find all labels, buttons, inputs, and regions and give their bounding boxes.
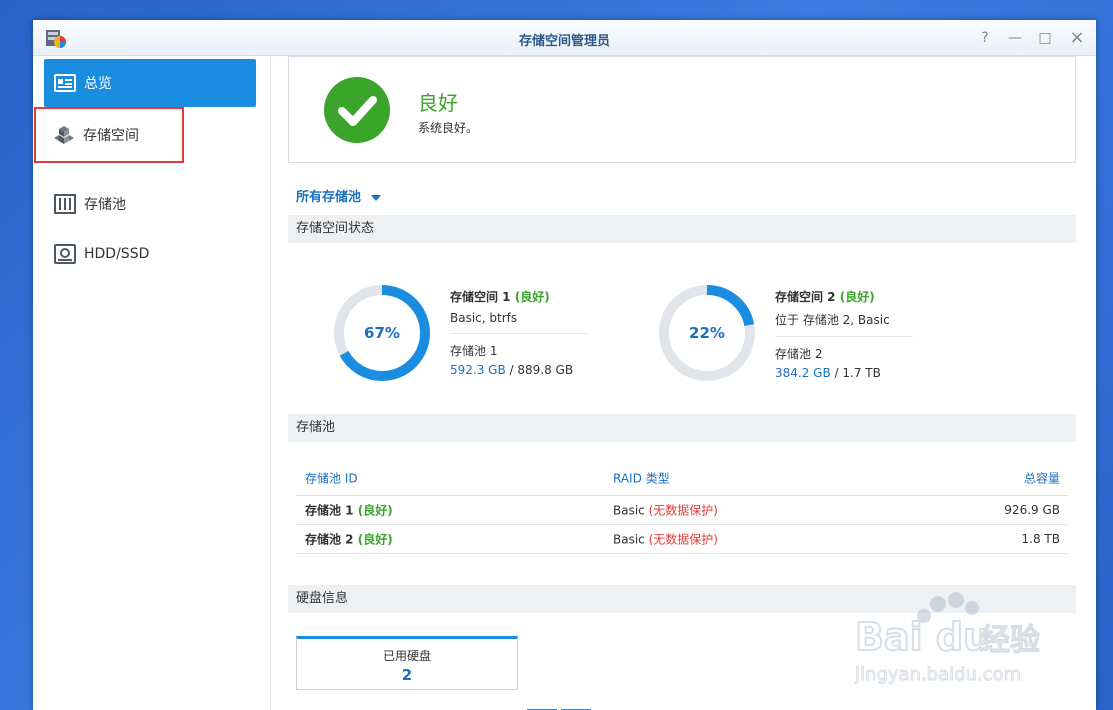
- volume-2-info: 存储空间 2 (良好) 位于 存储池 2, Basic 存储池 2 384.2 …: [775, 288, 915, 380]
- status-title: 良好: [418, 91, 458, 115]
- sidebar: 总览 存储空间 存储池 HDD/SSD: [33, 56, 271, 710]
- volume-1-pool: 存储池 1: [450, 344, 498, 358]
- storage-pool-table: 存储池 ID RAID 类型 总容量 存储池 1 (良好) Basic (无数据…: [296, 460, 1068, 554]
- volume-1-desc: Basic, btrfs: [450, 311, 518, 325]
- raid-type: Basic: [613, 532, 645, 547]
- sidebar-item-label: 总览: [84, 76, 112, 92]
- storage-pool-icon: [54, 194, 76, 214]
- caret-down-icon: [371, 194, 382, 201]
- pool-capacity: 926.9 GB: [1004, 503, 1060, 517]
- used-disks-card[interactable]: 已用硬盘 2: [296, 636, 518, 690]
- window-title: 存储空间管理员: [518, 34, 610, 49]
- column-header-capacity[interactable]: 总容量: [1024, 469, 1060, 486]
- check-circle-icon: [324, 77, 390, 143]
- volume-2-pool: 存储池 2: [775, 347, 823, 361]
- volume-2-desc: 位于 存储池 2, Basic: [775, 313, 890, 327]
- volume-2-name: 存储空间 2: [775, 290, 836, 304]
- close-button[interactable]: ×: [1067, 28, 1087, 48]
- volume-1-name: 存储空间 1: [450, 290, 511, 304]
- pool-state: (良好): [357, 503, 393, 518]
- volume-1-total: / 889.8 GB: [505, 363, 574, 377]
- baidu-watermark-logo: Bai du 经验 jingyan.baidu.com: [854, 592, 1041, 686]
- volume-1-info: 存储空间 1 (良好) Basic, btrfs 存储池 1 592.3 GB …: [450, 288, 590, 377]
- hdd-icon: [54, 244, 76, 264]
- column-header-raid-type[interactable]: RAID 类型: [613, 469, 670, 486]
- pool-id: 存储池 1: [305, 503, 354, 518]
- sidebar-item-hdd-ssd[interactable]: HDD/SSD: [44, 230, 256, 278]
- pool-capacity: 1.8 TB: [1021, 532, 1060, 546]
- title-bar[interactable]: 存储空间管理员 ? — □ ×: [33, 20, 1096, 56]
- maximize-button[interactable]: □: [1035, 28, 1055, 48]
- table-row[interactable]: 存储池 1 (良好) Basic (无数据保护) 926.9 GB: [296, 496, 1068, 525]
- volume-1-state: (良好): [514, 290, 550, 304]
- divider: [775, 336, 913, 337]
- used-disks-count: 2: [401, 666, 413, 684]
- pool-state: (良好): [357, 532, 393, 547]
- volume-2-used: 384.2 GB: [775, 366, 831, 380]
- status-subtitle: 系统良好。: [418, 121, 479, 135]
- svg-text:经验: 经验: [980, 623, 1040, 658]
- section-volume-status: 存储空间状态: [288, 215, 1076, 243]
- protection-status: (无数据保护): [648, 532, 718, 547]
- pool-filter-label: 所有存储池: [296, 190, 362, 205]
- section-storage-pool: 存储池: [288, 414, 1076, 442]
- volume-1-used: 592.3 GB: [450, 363, 506, 377]
- table-row[interactable]: 存储池 2 (良好) Basic (无数据保护) 1.8 TB: [296, 525, 1068, 554]
- protection-status: (无数据保护): [648, 503, 718, 518]
- table-header: 存储池 ID RAID 类型 总容量: [296, 460, 1068, 496]
- sidebar-item-storage-pool[interactable]: 存储池: [44, 180, 256, 228]
- pool-id: 存储池 2: [305, 532, 354, 547]
- used-disks-label: 已用硬盘: [382, 649, 431, 663]
- sidebar-item-label: HDD/SSD: [84, 246, 150, 262]
- minimize-button[interactable]: —: [1005, 28, 1025, 48]
- sidebar-item-overview[interactable]: 总览: [44, 59, 256, 107]
- svg-text:jingyan.baidu.com: jingyan.baidu.com: [854, 664, 1021, 685]
- column-header-pool-id[interactable]: 存储池 ID: [305, 469, 358, 486]
- sidebar-item-label: 存储池: [84, 197, 126, 213]
- svg-text:Bai du: Bai du: [855, 615, 990, 659]
- sidebar-item-volume[interactable]: 存储空间: [34, 107, 184, 163]
- volume-1-percent: 67%: [364, 324, 400, 342]
- volume-2-state: (良好): [839, 290, 875, 304]
- help-button[interactable]: ?: [975, 28, 995, 48]
- raid-type: Basic: [613, 503, 645, 518]
- pool-filter-dropdown[interactable]: 所有存储池: [296, 186, 382, 205]
- volume-2-percent: 22%: [689, 324, 725, 342]
- volume-2-total: / 1.7 TB: [830, 366, 881, 380]
- overview-icon: [54, 74, 76, 92]
- sidebar-item-label: 存储空间: [83, 128, 139, 144]
- volume-cubes-icon: [54, 126, 74, 144]
- system-status-card: 良好 系统良好。: [288, 56, 1076, 163]
- divider: [450, 333, 588, 334]
